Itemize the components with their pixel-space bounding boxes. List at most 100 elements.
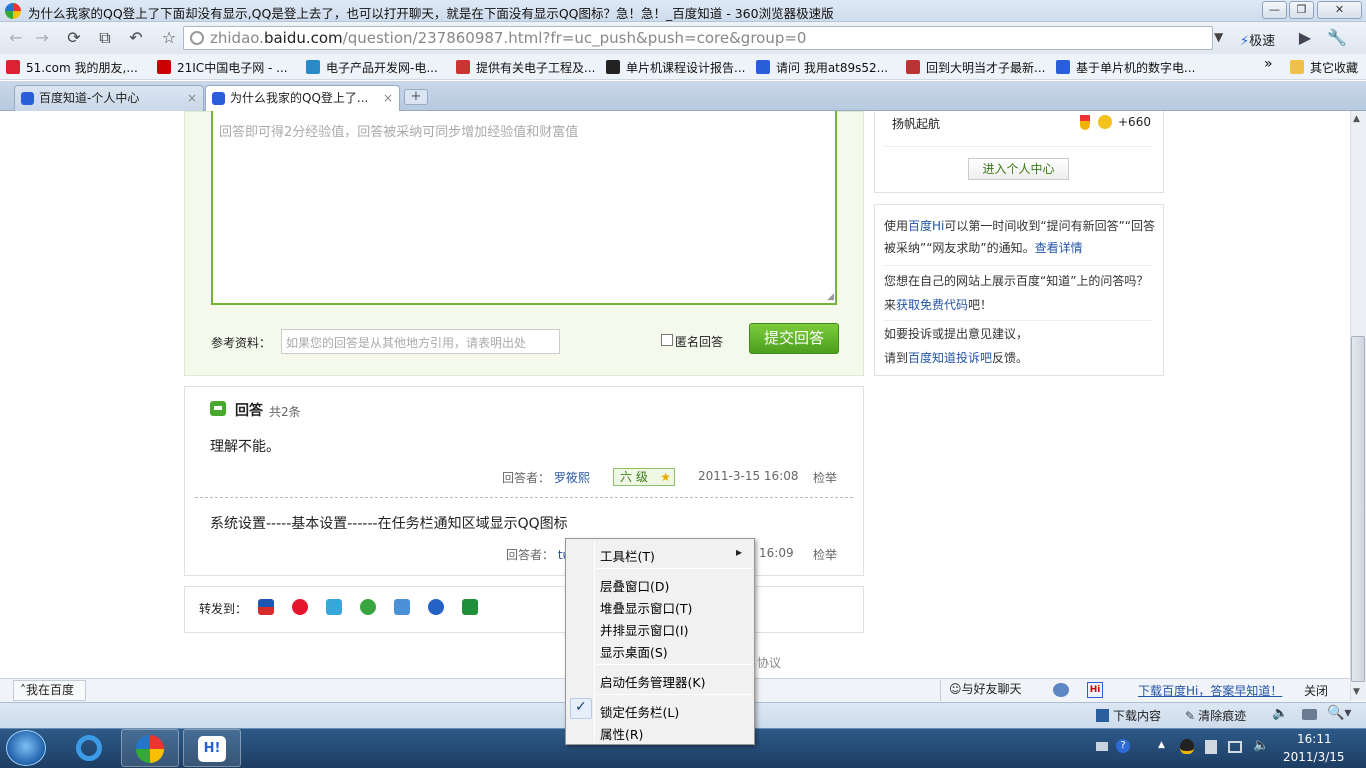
clear-traces-button[interactable]: ✎ 清除痕迹: [1185, 707, 1246, 724]
bookmark-label: 请问 我用at89s52...: [776, 61, 889, 75]
qq-tray-icon[interactable]: [1180, 739, 1194, 754]
reference-input[interactable]: 如果您的回答是从其他地方引用，请表明出处: [281, 329, 560, 354]
window-title: 为什么我家的QQ登上了下面却没有显示,QQ是登上去了，也可以打开聊天，就是在下面…: [28, 6, 834, 21]
address-dropdown-icon[interactable]: ▼: [1214, 30, 1223, 44]
agreement-link[interactable]: 协议: [757, 654, 781, 671]
level-star-icon: ★: [660, 470, 671, 484]
title-bar: 为什么我家的QQ登上了下面却没有显示,QQ是登上去了，也可以打开聊天，就是在下面…: [0, 0, 1366, 22]
bookmark-item[interactable]: 请问 我用at89s52...: [756, 59, 888, 76]
domain: baidu.com: [263, 29, 343, 47]
volume-tray-icon[interactable]: 🔈: [1253, 738, 1269, 753]
details-link[interactable]: 查看详情: [1035, 241, 1083, 255]
resize-grip-icon[interactable]: ◢: [827, 292, 834, 302]
anonymous-checkbox[interactable]: [661, 334, 673, 346]
username[interactable]: 扬帆起航: [892, 115, 940, 132]
back-icon[interactable]: ←: [5, 28, 27, 48]
bookmark-favicon-icon: [6, 60, 20, 74]
address-input[interactable]: zhidao.baidu.com/question/237860987.html…: [183, 26, 1213, 50]
other-bookmarks-folder[interactable]: 其它收藏: [1290, 59, 1358, 76]
taskbar-ie-icon[interactable]: [60, 729, 118, 767]
chat-bubble-icon[interactable]: [1053, 683, 1069, 697]
minimize-button[interactable]: —: [1262, 1, 1287, 19]
scroll-up-icon[interactable]: ▲: [1353, 114, 1360, 124]
scrollbar-thumb[interactable]: [1351, 336, 1365, 682]
bookmark-item[interactable]: 单片机课程设计报告...: [606, 59, 745, 76]
new-tab-button[interactable]: +: [404, 89, 428, 105]
bookmark-item[interactable]: 51.com 我的朋友,...: [6, 59, 138, 76]
menu-item-lock-taskbar[interactable]: 锁定任务栏(L): [600, 702, 679, 721]
free-code-link[interactable]: 获取免费代码: [896, 298, 968, 312]
undo-icon[interactable]: ↶: [125, 28, 147, 48]
chat-with-friends-button[interactable]: ☺与好友聊天: [940, 680, 1040, 701]
bookmark-item[interactable]: 回到大明当才子最新...: [906, 59, 1045, 76]
menu-item-task-manager[interactable]: 启动任务管理器(K): [600, 672, 705, 691]
menu-item-toolbars[interactable]: 工具栏(T): [600, 546, 655, 565]
share-weibo-icon[interactable]: [292, 599, 308, 615]
report-link[interactable]: 检举: [813, 469, 837, 486]
refresh-icon[interactable]: ⟳: [63, 28, 85, 48]
clock-date[interactable]: 2011/3/15: [1283, 750, 1345, 764]
answerer-label: 回答者：: [502, 471, 551, 485]
tools-wrench-icon[interactable]: 🔧: [1326, 28, 1348, 48]
scroll-down-icon[interactable]: ▼: [1353, 687, 1360, 697]
tab-close-icon[interactable]: ×: [187, 86, 197, 110]
menu-item-show-desktop[interactable]: 显示桌面(S): [600, 642, 668, 661]
taskbar-baidu-hi-icon[interactable]: H!: [183, 729, 241, 767]
layout-icon[interactable]: [1302, 709, 1317, 720]
baidu-hi-icon[interactable]: Hi: [1087, 682, 1103, 698]
forward-icon[interactable]: →: [31, 28, 53, 48]
bookmark-item[interactable]: 电子产品开发网-电...: [306, 59, 438, 76]
tab-personal-center[interactable]: 百度知道-个人中心 ×: [14, 85, 204, 111]
share-qq-star-icon[interactable]: [394, 599, 410, 615]
share-qzone-icon[interactable]: [326, 599, 342, 615]
feedback-text: 请到: [884, 351, 909, 365]
menu-item-side-by-side[interactable]: 并排显示窗口(I): [600, 620, 688, 639]
baidu-bar-close-button[interactable]: 关闭: [1304, 682, 1328, 699]
tab-close-icon[interactable]: ×: [383, 86, 393, 110]
bookmark-label: 单片机课程设计报告...: [626, 61, 746, 75]
restore-icon[interactable]: ⧉: [94, 28, 116, 48]
volume-icon[interactable]: 🔈: [1272, 706, 1288, 721]
menu-item-cascade[interactable]: 层叠窗口(D): [600, 576, 669, 595]
play-icon[interactable]: ▶: [1294, 28, 1316, 48]
download-hi-link[interactable]: 下载百度Hi，答案早知道！: [1138, 682, 1282, 699]
clock-time[interactable]: 16:11: [1297, 732, 1332, 746]
downloads-button[interactable]: 下载内容: [1096, 707, 1161, 724]
bookmark-item[interactable]: 提供有关电子工程及...: [456, 59, 595, 76]
favorite-star-icon[interactable]: ☆: [158, 28, 180, 48]
tab-current-question[interactable]: 为什么我家的QQ登上了... ×: [205, 85, 400, 111]
card-divider: [884, 146, 1152, 147]
bookmark-item[interactable]: 基于单片机的数字电...: [1056, 59, 1195, 76]
maximize-button[interactable]: ❐: [1289, 1, 1314, 19]
answer-textarea[interactable]: 回答即可得2分经验值，回答被采纳可同步增加经验值和财富值 ◢: [211, 111, 837, 305]
share-renren-icon[interactable]: [258, 599, 274, 615]
personal-center-button[interactable]: 进入个人中心: [968, 158, 1069, 180]
bookmark-favicon-icon: [157, 60, 171, 74]
my-baidu-button[interactable]: ˄我在百度: [13, 680, 86, 701]
bookmarks-more-button[interactable]: »: [1264, 56, 1273, 72]
show-hidden-icons-icon[interactable]: ▲: [1158, 740, 1165, 750]
share-kaixin-icon[interactable]: [360, 599, 376, 615]
zoom-icon[interactable]: 🔍▾: [1327, 705, 1351, 721]
answerer-link[interactable]: 罗筱熙: [554, 471, 590, 485]
help-tray-icon[interactable]: ?: [1116, 739, 1130, 753]
keyboard-tray-icon[interactable]: [1096, 742, 1108, 751]
report-link[interactable]: 检举: [813, 546, 837, 563]
speed-mode-button[interactable]: ⚡极速: [1240, 30, 1275, 49]
baidu-hi-link[interactable]: 百度Hi: [908, 219, 944, 233]
my-baidu-label: 我在百度: [26, 683, 75, 697]
share-baidu-space-icon[interactable]: [428, 599, 444, 615]
start-button-icon[interactable]: [6, 730, 46, 766]
close-window-button[interactable]: ✕: [1317, 1, 1362, 19]
network-tray-icon[interactable]: [1228, 741, 1242, 753]
baidu-paw-icon: [21, 92, 34, 105]
menu-item-properties[interactable]: 属性(R): [600, 724, 643, 743]
complaint-link[interactable]: 百度知道投诉吧: [908, 351, 992, 365]
submit-answer-button[interactable]: 提交回答: [749, 323, 839, 354]
bookmark-item[interactable]: 21IC中国电子网 - ...: [157, 59, 288, 76]
taskbar-360-browser-icon[interactable]: [121, 729, 179, 767]
device-tray-icon[interactable]: [1205, 740, 1217, 754]
share-douban-icon[interactable]: [462, 599, 478, 615]
menu-item-stack[interactable]: 堆叠显示窗口(T): [600, 598, 692, 617]
download-icon: [1096, 709, 1109, 722]
